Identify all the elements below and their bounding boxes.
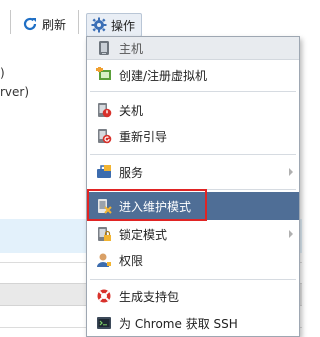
chevron-right-icon <box>289 168 293 176</box>
menu-item-label: 进入维护模式 <box>119 199 192 214</box>
gear-icon <box>91 17 107 33</box>
menu-item-label: 重新引导 <box>119 129 168 144</box>
menu-item-get-ssh-for-chrome[interactable]: 为 Chrome 获取 SSH <box>87 310 299 336</box>
menu-item-register-vm[interactable]: 创建/注册虚拟机 <box>87 62 299 88</box>
chevron-right-icon <box>289 230 293 238</box>
menu-item-permissions[interactable]: 权限 <box>87 247 299 273</box>
refresh-button[interactable]: 刷新 <box>22 14 66 34</box>
menu-item-label: 生成支持包 <box>119 289 180 304</box>
menu-item-lockdown-mode[interactable]: 锁定模式 <box>87 221 299 247</box>
menu-item-reboot[interactable]: 重新引导 <box>87 123 299 149</box>
menu-item-label: 服务 <box>119 165 144 180</box>
maintenance-icon <box>96 198 112 214</box>
actions-menu: 主机 创建/注册虚拟机 关机 重新引导 服务 进入维护模式 锁定模式 权限 生成… <box>86 36 300 337</box>
menu-separator <box>90 189 296 190</box>
lockdown-icon <box>96 226 112 242</box>
menu-header-label: 主机 <box>119 41 144 56</box>
reboot-icon <box>96 128 112 144</box>
menu-item-services[interactable]: 服务 <box>87 159 299 185</box>
menu-item-label: 权限 <box>119 253 144 268</box>
menu-separator <box>90 91 296 92</box>
menu-item-label: 为 Chrome 获取 SSH <box>119 316 238 331</box>
refresh-label: 刷新 <box>42 17 67 32</box>
background-text: rver) <box>0 85 30 99</box>
menu-item-enter-maintenance-mode[interactable]: 进入维护模式 <box>87 192 299 220</box>
shutdown-icon <box>96 102 112 118</box>
menu-item-label: 锁定模式 <box>119 227 168 242</box>
toolbar-separator <box>78 10 79 34</box>
menu-item-generate-support-bundle[interactable]: 生成支持包 <box>87 283 299 309</box>
refresh-icon <box>22 16 38 32</box>
menu-item-shutdown[interactable]: 关机 <box>87 97 299 123</box>
actions-button[interactable]: 操作 <box>86 13 143 37</box>
services-icon <box>96 164 112 180</box>
menu-header-host: 主机 <box>87 37 299 60</box>
support-bundle-icon <box>96 288 112 304</box>
background-text: ) <box>0 66 5 80</box>
ssh-console-icon <box>96 315 112 331</box>
menu-item-label: 创建/注册虚拟机 <box>119 68 208 83</box>
menu-separator <box>90 279 296 280</box>
menu-item-label: 关机 <box>119 103 144 118</box>
register-vm-icon <box>96 67 112 83</box>
host-icon <box>96 40 112 56</box>
actions-label: 操作 <box>111 18 136 33</box>
permissions-icon <box>96 252 112 268</box>
toolbar-separator <box>10 10 11 34</box>
menu-separator <box>90 154 296 155</box>
